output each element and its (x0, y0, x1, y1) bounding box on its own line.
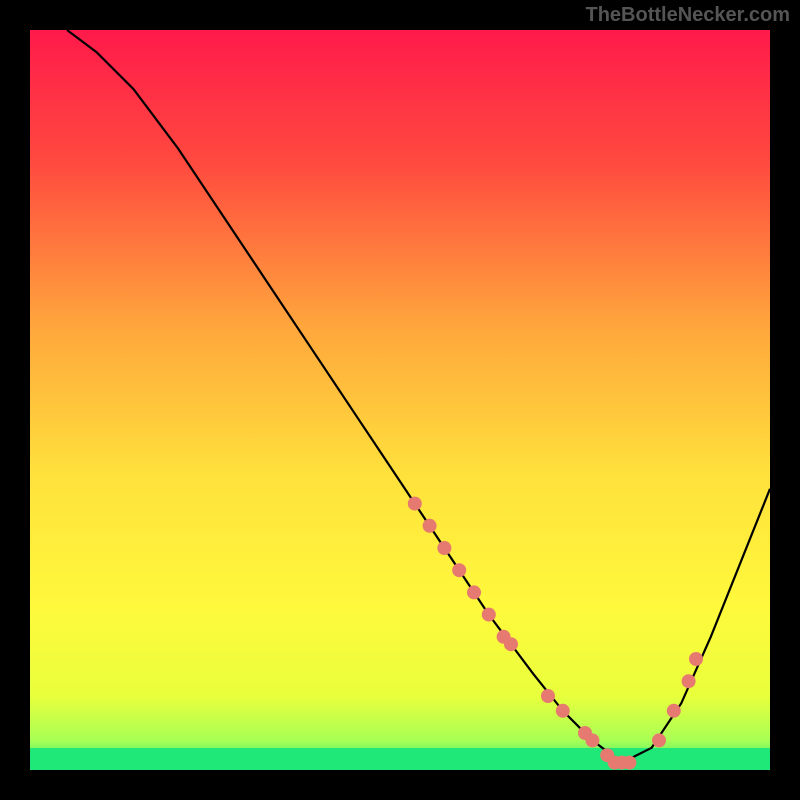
highlight-point (408, 497, 422, 511)
highlight-point (682, 674, 696, 688)
highlight-point (622, 756, 636, 770)
highlight-point (556, 704, 570, 718)
highlight-point (689, 652, 703, 666)
plot-area (30, 30, 770, 770)
gradient-background (30, 30, 770, 770)
highlight-point (652, 733, 666, 747)
highlight-point (667, 704, 681, 718)
highlight-point (504, 637, 518, 651)
green-band (30, 748, 770, 770)
highlight-point (452, 563, 466, 577)
highlight-point (467, 585, 481, 599)
watermark-label: TheBottleNecker.com (585, 4, 790, 27)
chart-svg (30, 30, 770, 770)
highlight-point (423, 519, 437, 533)
highlight-point (541, 689, 555, 703)
highlight-point (585, 733, 599, 747)
highlight-point (482, 608, 496, 622)
chart-container: TheBottleNecker.com (0, 0, 800, 800)
highlight-point (437, 541, 451, 555)
